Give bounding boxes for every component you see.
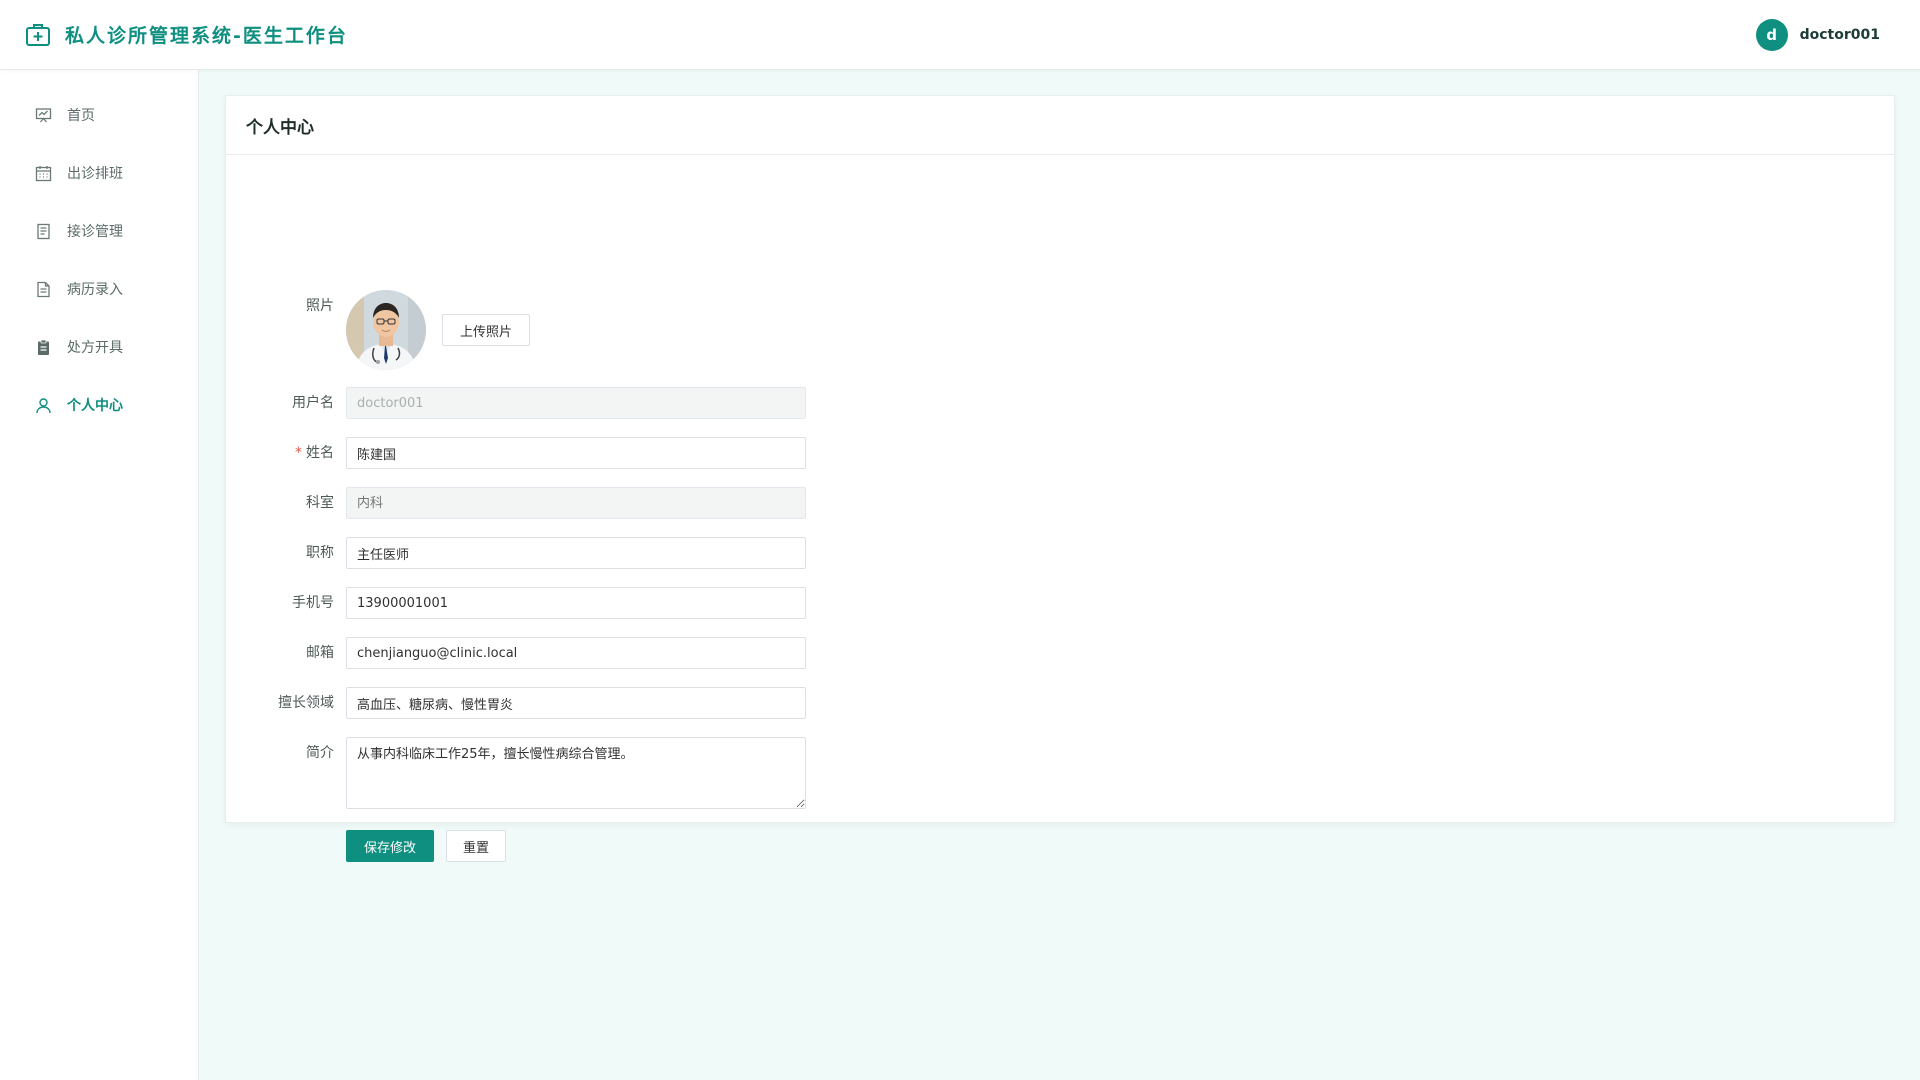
- sidebar-item-label: 处方开具: [67, 340, 123, 356]
- intro-textarea[interactable]: 从事内科临床工作25年，擅长慢性病综合管理。: [346, 737, 806, 809]
- specialty-field[interactable]: [346, 687, 806, 719]
- email-field[interactable]: [346, 637, 806, 669]
- calendar-icon: [35, 165, 52, 182]
- app-title: 私人诊所管理系统-医生工作台: [65, 25, 348, 47]
- clipboard-icon: [35, 339, 52, 356]
- sidebar-item-label: 病历录入: [67, 282, 123, 298]
- department-field[interactable]: [346, 487, 806, 519]
- file-text-icon: [35, 281, 52, 298]
- user-menu[interactable]: d doctor001: [1755, 18, 1880, 51]
- doctor-photo: [346, 290, 426, 370]
- sidebar-item-label: 个人中心: [67, 398, 123, 414]
- document-list-icon: [35, 223, 52, 240]
- sidebar-item-home[interactable]: 首页: [0, 86, 198, 144]
- sidebar-item-label: 接诊管理: [67, 224, 123, 240]
- email-label: 邮箱: [306, 645, 334, 661]
- sidebar-item-schedule[interactable]: 出诊排班: [0, 144, 198, 202]
- name-label: * 姓名: [224, 437, 334, 469]
- name-field[interactable]: [346, 437, 806, 469]
- department-label: 科室: [306, 495, 334, 511]
- upload-photo-button[interactable]: 上传照片: [442, 314, 530, 346]
- user-icon: [35, 397, 52, 414]
- name-label-text: 姓名: [306, 445, 334, 461]
- username-field[interactable]: [346, 387, 806, 419]
- medical-kit-icon: [25, 22, 51, 48]
- username-label: 用户名: [292, 395, 334, 411]
- sidebar: 首页 出诊排班 接诊管理 病历录入 处方开具 个人中心: [0, 70, 199, 1080]
- profile-card: 个人中心 照片 上传照片 用户名 doctor001 * 姓名 陈建国 科室 内…: [224, 95, 1895, 862]
- sidebar-item-profile[interactable]: 个人中心: [0, 376, 198, 434]
- title-label: 职称: [306, 545, 334, 561]
- phone-field[interactable]: [346, 587, 806, 619]
- sidebar-item-label: 首页: [67, 108, 95, 124]
- sidebar-item-prescription[interactable]: 处方开具: [0, 318, 198, 376]
- top-header: 私人诊所管理系统-医生工作台 d doctor001: [0, 0, 1920, 70]
- card-title: 个人中心: [226, 96, 1894, 155]
- photo-label: 照片: [306, 298, 334, 314]
- sidebar-item-records[interactable]: 病历录入: [0, 260, 198, 318]
- title-field[interactable]: [346, 537, 806, 569]
- brand: 私人诊所管理系统-医生工作台: [25, 21, 348, 48]
- user-name[interactable]: doctor001: [1800, 27, 1880, 43]
- specialty-label: 擅长领域: [278, 695, 334, 711]
- sidebar-item-reception[interactable]: 接诊管理: [0, 202, 198, 260]
- avatar[interactable]: d: [1755, 18, 1788, 51]
- phone-label: 手机号: [292, 595, 334, 611]
- sidebar-item-label: 出诊排班: [67, 166, 123, 182]
- save-button[interactable]: 保存修改: [346, 830, 434, 862]
- chart-board-icon: [35, 107, 52, 124]
- reset-button[interactable]: 重置: [446, 830, 506, 862]
- intro-label: 简介: [306, 745, 334, 761]
- required-mark: *: [295, 445, 302, 461]
- doctor-portrait-icon: [346, 290, 426, 370]
